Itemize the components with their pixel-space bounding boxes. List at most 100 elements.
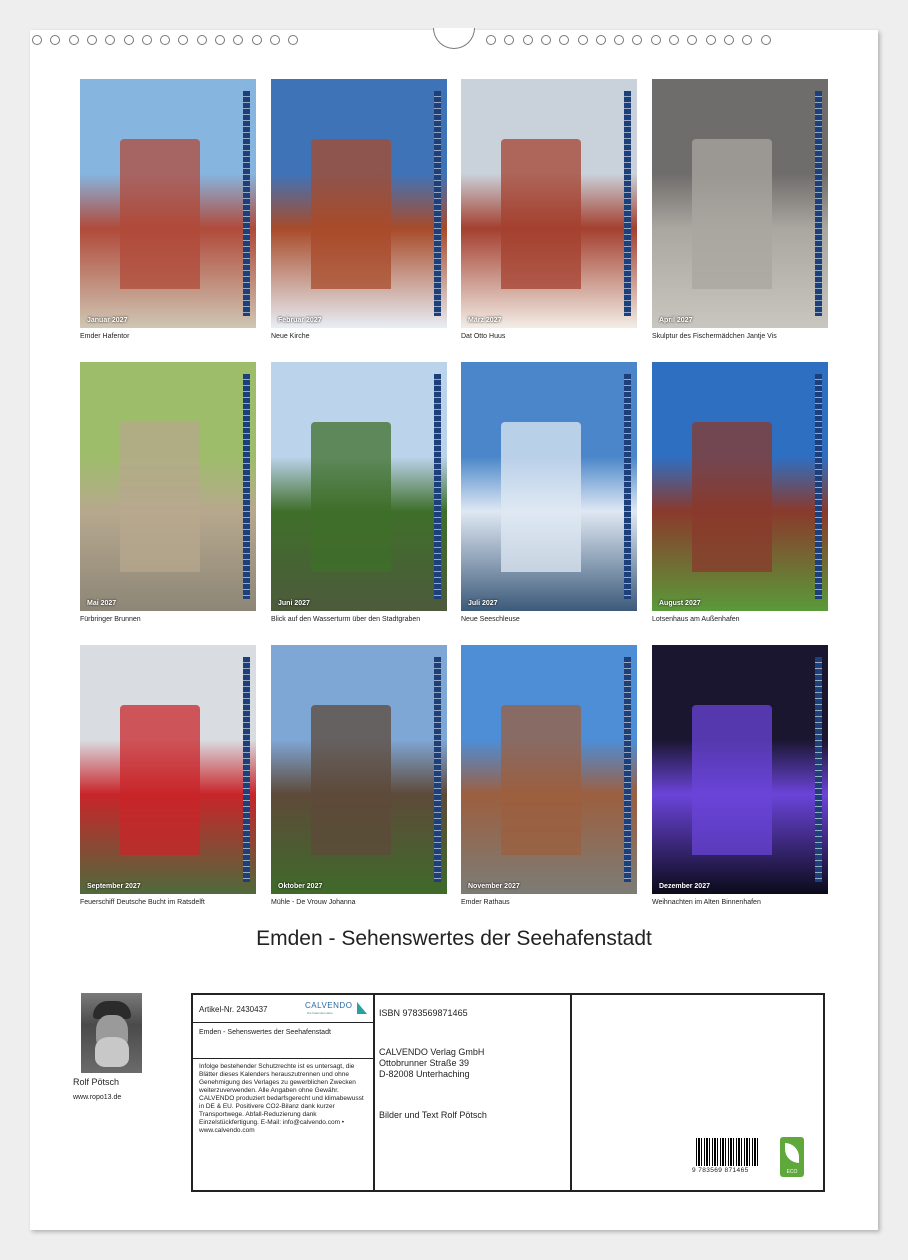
month-caption: Emder Rathaus: [461, 899, 510, 906]
month-label: Februar 2027: [278, 317, 322, 324]
binding-hole: [504, 35, 515, 45]
month-label: Oktober 2027: [278, 883, 323, 890]
month-tile: Februar 2027: [271, 79, 447, 328]
day-strip: [243, 91, 250, 316]
product-info-box: Artikel-Nr. 2430437 CALVENDO Die Kalende…: [191, 993, 825, 1192]
author-name: Rolf Pötsch: [73, 1077, 120, 1087]
month-tile: Dezember 2027: [652, 645, 828, 894]
month-label: März 2027: [468, 317, 502, 324]
month-label: Juni 2027: [278, 600, 310, 607]
binding-hole: [486, 35, 496, 45]
month-caption: Weihnachten im Alten Binnenhafen: [652, 899, 761, 906]
photo-motif: [692, 705, 772, 855]
month-caption: Lotsenhaus am Außenhafen: [652, 616, 740, 623]
binding-hole: [595, 35, 606, 45]
month-label: August 2027: [659, 600, 701, 607]
month-tile: Oktober 2027: [271, 645, 447, 894]
photo-motif: [501, 139, 581, 289]
calvendo-logo: CALVENDO Die Kalendermarke: [305, 1001, 367, 1019]
binding-hole: [614, 35, 625, 45]
month-label: November 2027: [468, 883, 520, 890]
month-tile: April 2027: [652, 79, 828, 328]
photo-motif: [692, 139, 772, 289]
day-strip: [434, 374, 441, 599]
binding-hole: [251, 35, 262, 45]
binding-hole: [269, 35, 280, 45]
binding-hole: [196, 35, 207, 45]
day-strip: [815, 657, 822, 882]
calendar-title: Emden - Sehenswertes der Seehafenstadt: [256, 927, 652, 950]
article-cell: Artikel-Nr. 2430437 CALVENDO Die Kalende…: [193, 995, 373, 1023]
day-strip: [624, 374, 631, 599]
binding-hole: [215, 35, 225, 45]
month-label: Januar 2027: [87, 317, 128, 324]
info-calendar-title: Emden - Sehenswertes der Seehafenstadt: [199, 1029, 331, 1036]
month-tile: Juli 2027: [461, 362, 637, 611]
binding-hole: [233, 35, 244, 45]
photo-motif: [120, 422, 200, 572]
month-label: Juli 2027: [468, 600, 498, 607]
month-tile: August 2027: [652, 362, 828, 611]
binding-hole: [288, 35, 299, 45]
day-strip: [434, 657, 441, 882]
binding-hole: [32, 35, 42, 45]
month-label: Dezember 2027: [659, 883, 710, 890]
binding-hole: [723, 35, 734, 45]
month-caption: Dat Otto Huus: [461, 333, 506, 340]
month-caption: Neue Kirche: [271, 333, 310, 340]
isbn: ISBN 9783569871465: [379, 1008, 468, 1018]
month-tile: November 2027: [461, 645, 637, 894]
day-strip: [815, 91, 822, 316]
legal-notice: Infolge bestehender Schutzrechte ist es …: [199, 1063, 364, 1134]
day-strip: [815, 374, 822, 599]
month-tile: Juni 2027: [271, 362, 447, 611]
day-strip: [243, 374, 250, 599]
photo-motif: [692, 422, 772, 572]
binding-hole: [540, 35, 551, 45]
month-tile: September 2027: [80, 645, 256, 894]
binding-hole: [650, 35, 661, 45]
month-caption: Feuerschiff Deutsche Bucht im Ratsdelft: [80, 899, 205, 906]
publisher-line-1: CALVENDO Verlag GmbH: [379, 1047, 485, 1057]
info-column-middle: ISBN 9783569871465 CALVENDO Verlag GmbH …: [375, 995, 572, 1190]
image-credit: Bilder und Text Rolf Pötsch: [379, 1110, 487, 1120]
day-strip: [624, 657, 631, 882]
barcode: 9 783569 871465: [692, 1138, 760, 1174]
barcode-number: 9 783569 871465: [692, 1167, 749, 1174]
month-caption: Fürbringer Brunnen: [80, 616, 141, 623]
binding-hole: [68, 35, 79, 45]
binding-hole: [522, 35, 533, 45]
month-label: September 2027: [87, 883, 141, 890]
author-portrait: [81, 993, 142, 1073]
month-caption: Neue Seeschleuse: [461, 616, 520, 623]
binding-hole: [742, 35, 753, 45]
barcode-bars: [696, 1138, 758, 1166]
publisher-address: CALVENDO Verlag GmbH Ottobrunner Straße …: [379, 1047, 484, 1080]
author-website[interactable]: www.ropo13.de: [73, 1094, 121, 1101]
info-column-right: 9 783569 871465 ECO: [572, 995, 823, 1190]
month-caption: Emder Hafentor: [80, 333, 130, 340]
eco-leaf-icon: ECO: [780, 1137, 804, 1177]
month-label: April 2027: [659, 317, 693, 324]
photo-motif: [501, 705, 581, 855]
binding-hole: [123, 35, 134, 45]
binding-hole: [178, 35, 189, 45]
month-caption: Mühle - De Vrouw Johanna: [271, 899, 356, 906]
article-number: Artikel-Nr. 2430437: [199, 1005, 268, 1014]
binding-hole: [105, 35, 116, 45]
binding-hole: [141, 35, 152, 45]
binding-hole: [577, 35, 588, 45]
month-tile: März 2027: [461, 79, 637, 328]
publisher-line-2: Ottobrunner Straße 39: [379, 1058, 470, 1068]
photo-motif: [311, 705, 391, 855]
binding-hole: [632, 35, 643, 45]
binding-hole: [86, 35, 97, 45]
info-column-left: Artikel-Nr. 2430437 CALVENDO Die Kalende…: [193, 995, 375, 1190]
month-label: Mai 2027: [87, 600, 117, 607]
day-strip: [243, 657, 250, 882]
photo-motif: [311, 422, 391, 572]
binding-hole: [50, 35, 61, 45]
binding-hole: [687, 35, 698, 45]
photo-motif: [120, 139, 200, 289]
month-tile: Januar 2027: [80, 79, 256, 328]
